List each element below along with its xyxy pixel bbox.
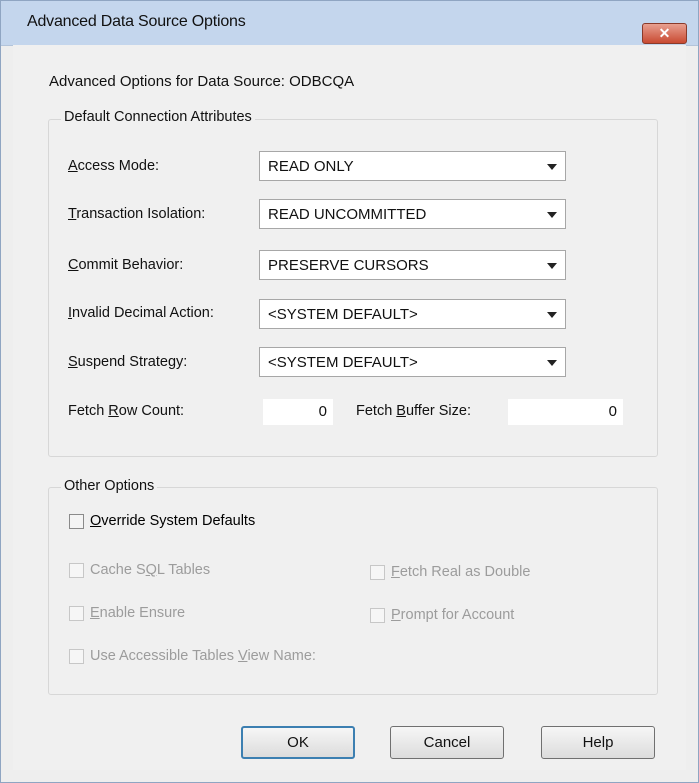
prompt-for-account-checkbox[interactable]: Prompt for Account xyxy=(370,607,514,623)
fetch-row-count-label: Fetch Row Count: xyxy=(68,403,185,419)
checkbox-box xyxy=(69,605,84,621)
access-mode-label: Access Mode: xyxy=(68,158,160,174)
fetch-row-count-input[interactable]: 0 xyxy=(263,399,333,425)
chevron-down-icon xyxy=(547,212,557,218)
suspend-strategy-label: Suspend Strategy: xyxy=(68,354,188,370)
commit-behavior-label: Commit Behavior: xyxy=(68,257,184,273)
other-options-group-title: Other Options xyxy=(61,478,158,494)
fetch-buffer-size-label: Fetch Buffer Size: xyxy=(356,403,471,419)
default-connection-group-title: Default Connection Attributes xyxy=(61,109,255,125)
title-bar[interactable]: Advanced Data Source Options ✕ xyxy=(1,1,698,46)
close-icon: ✕ xyxy=(658,25,671,41)
window-title: Advanced Data Source Options xyxy=(27,13,246,30)
transaction-isolation-label: Transaction Isolation: xyxy=(68,206,206,222)
checkbox-box xyxy=(69,562,84,578)
chevron-down-icon xyxy=(547,360,557,366)
transaction-isolation-select[interactable]: READ UNCOMMITTED xyxy=(259,199,566,229)
data-source-subtitle: Advanced Options for Data Source: ODBCQA xyxy=(49,73,355,90)
enable-ensure-checkbox[interactable]: Enable Ensure xyxy=(69,605,185,621)
checkbox-box xyxy=(370,564,385,580)
checkbox-box xyxy=(69,648,84,664)
close-button[interactable]: ✕ xyxy=(642,23,687,44)
invalid-decimal-action-select[interactable]: <SYSTEM DEFAULT> xyxy=(259,299,566,329)
cancel-button[interactable]: Cancel xyxy=(390,726,504,759)
chevron-down-icon xyxy=(547,312,557,318)
dialog-window: Advanced Data Source Options ✕ Advanced … xyxy=(0,0,699,783)
ok-button[interactable]: OK xyxy=(241,726,355,759)
invalid-decimal-action-label: Invalid Decimal Action: xyxy=(68,305,214,321)
fetch-buffer-size-input[interactable]: 0 xyxy=(508,399,623,425)
suspend-strategy-select[interactable]: <SYSTEM DEFAULT> xyxy=(259,347,566,377)
chevron-down-icon xyxy=(547,263,557,269)
commit-behavior-select[interactable]: PRESERVE CURSORS xyxy=(259,250,566,280)
chevron-down-icon xyxy=(547,164,557,170)
checkbox-box xyxy=(69,513,84,529)
access-mode-select[interactable]: READ ONLY xyxy=(259,151,566,181)
help-button[interactable]: Help xyxy=(541,726,655,759)
cache-sql-tables-checkbox[interactable]: Cache SQL Tables xyxy=(69,562,210,578)
override-system-defaults-checkbox[interactable]: Override System Defaults xyxy=(69,513,255,529)
checkbox-box xyxy=(370,607,385,623)
fetch-real-as-double-checkbox[interactable]: Fetch Real as Double xyxy=(370,564,530,580)
use-accessible-tables-view-name-checkbox[interactable]: Use Accessible Tables View Name: xyxy=(69,648,316,664)
